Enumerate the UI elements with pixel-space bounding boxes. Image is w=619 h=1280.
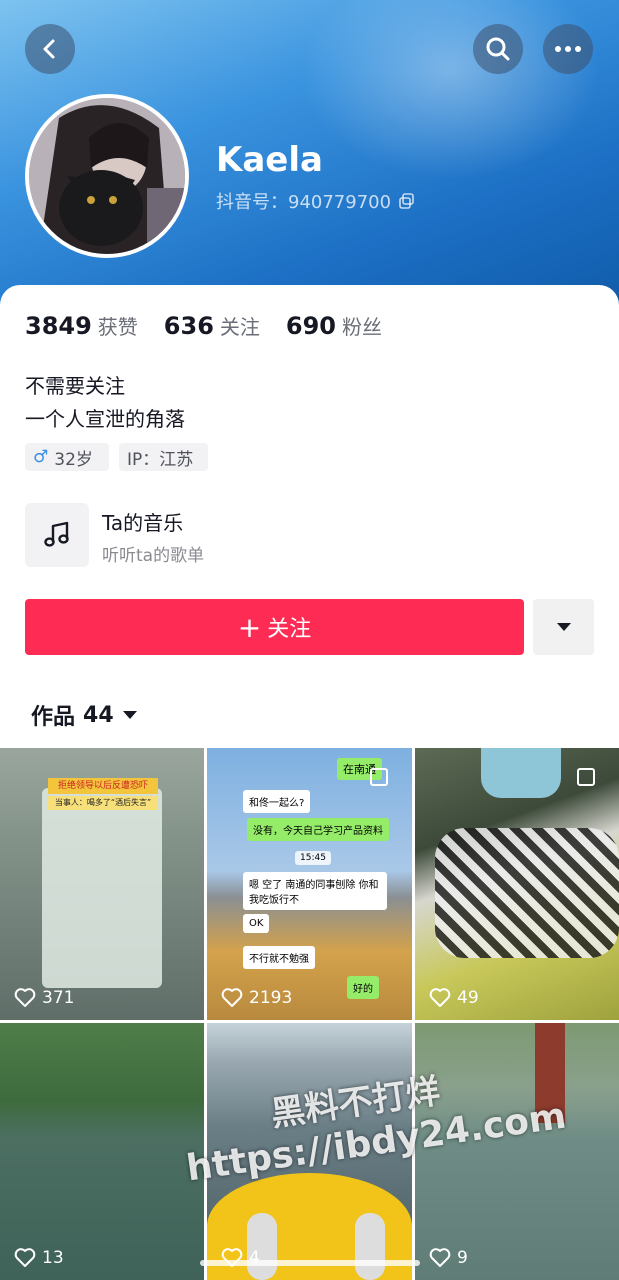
music-note-icon — [44, 521, 69, 547]
stat-followers-count: 690 — [285, 312, 337, 340]
search-button[interactable] — [473, 24, 523, 74]
chat-bubble: 不行就不勉强 — [243, 946, 315, 969]
douyin-id-value: 940779700 — [288, 192, 392, 213]
video-thumbnail[interactable]: 拒绝领导以后反遭恐吓 当事人：喝多了“酒后失言” 371 — [0, 748, 204, 1020]
video-caption-top: 拒绝领导以后反遭恐吓 — [48, 778, 158, 794]
video-thumbnail[interactable]: 在南通 和佟一起么? 没有，今天自己学习产品资料 15:45 嗯 空了 南通的同… — [207, 748, 412, 1020]
chat-timestamp: 15:45 — [295, 851, 331, 865]
chat-bubble: 和佟一起么? — [243, 790, 311, 813]
gender-age-tag: ♂ 32岁 — [25, 443, 109, 471]
video-likes-count: 9 — [457, 1248, 468, 1268]
chat-screenshot-panel — [42, 788, 162, 988]
copy-icon[interactable] — [399, 193, 415, 209]
caret-down-icon — [122, 711, 137, 719]
home-indicator — [200, 1260, 420, 1266]
music-title[interactable]: Ta的音乐 — [102, 507, 183, 536]
stat-likes[interactable]: 3849 获赞 — [25, 311, 138, 340]
ellipsis-icon — [555, 46, 581, 52]
bio-line-1: 不需要关注 — [25, 374, 125, 398]
avatar-image — [29, 98, 185, 254]
works-label: 作品 — [31, 705, 76, 730]
search-icon — [486, 37, 510, 61]
plus-icon: + — [237, 610, 262, 644]
heart-icon — [429, 988, 451, 1007]
stat-following[interactable]: 636 关注 — [164, 311, 260, 340]
avatar[interactable] — [25, 94, 189, 258]
more-options-button[interactable] — [543, 24, 593, 74]
video-likes: 371 — [14, 988, 74, 1008]
multi-image-icon — [577, 768, 595, 786]
caret-down-icon — [556, 623, 571, 631]
stat-followers-label: 粉丝 — [342, 315, 383, 339]
back-button[interactable] — [25, 24, 75, 74]
tab-works[interactable]: 作品 44 — [31, 699, 138, 731]
stat-following-label: 关注 — [219, 315, 260, 339]
stat-likes-count: 3849 — [25, 312, 92, 340]
ip-tag: IP：江苏 — [119, 443, 208, 471]
bio-line-2: 一个人宣泄的角落 — [25, 407, 185, 431]
video-likes: 49 — [429, 988, 479, 1008]
chat-bubble: OK — [243, 914, 270, 933]
chat-bubble: 没有，今天自己学习产品资料 — [247, 818, 389, 841]
age-text: 32岁 — [54, 449, 93, 470]
video-thumbnail[interactable]: 13 — [0, 1023, 204, 1280]
video-likes-count: 2193 — [249, 988, 293, 1008]
chat-bubble: 嗯 空了 南通的同事刨除 你和我吃饭行不 — [243, 872, 387, 910]
douyin-id-label: 抖音号： — [216, 192, 288, 213]
stat-followers[interactable]: 690 粉丝 — [286, 311, 382, 340]
male-icon: ♂ — [33, 447, 49, 467]
mask-shape — [481, 748, 561, 798]
video-likes-count: 49 — [457, 988, 479, 1008]
shoe-left — [247, 1213, 277, 1280]
video-likes: 13 — [14, 1248, 64, 1268]
chevron-left-icon — [43, 39, 55, 59]
profile-name: Kaela — [216, 140, 323, 180]
multi-image-icon — [370, 768, 388, 786]
stat-following-count: 636 — [163, 312, 214, 340]
video-likes-count: 13 — [42, 1248, 64, 1268]
stats-row: 3849 获赞 636 关注 690 粉丝 — [25, 311, 382, 340]
follow-button[interactable]: + 关注 — [25, 599, 524, 655]
video-likes-count: 371 — [42, 988, 75, 1008]
heart-icon — [221, 988, 243, 1007]
follow-label: 关注 — [267, 617, 312, 642]
heart-icon — [429, 1248, 451, 1267]
video-caption-sub: 当事人：喝多了“酒后失言” — [48, 796, 158, 810]
chat-bubble: 好的 — [347, 976, 379, 999]
expand-button[interactable] — [533, 599, 594, 655]
heart-icon — [14, 1248, 36, 1267]
douyin-id[interactable]: 抖音号：940779700 — [216, 188, 415, 214]
works-count: 44 — [83, 702, 114, 728]
video-thumbnail[interactable]: 49 — [415, 748, 619, 1020]
video-likes: 2193 — [221, 988, 292, 1008]
music-subtitle: 听听ta的歌单 — [102, 546, 205, 566]
video-likes: 9 — [429, 1248, 468, 1268]
music-button[interactable] — [25, 503, 89, 567]
heart-icon — [14, 988, 36, 1007]
scarf-pattern — [435, 828, 619, 958]
stat-likes-label: 获赞 — [97, 315, 138, 339]
shoe-right — [355, 1213, 385, 1280]
